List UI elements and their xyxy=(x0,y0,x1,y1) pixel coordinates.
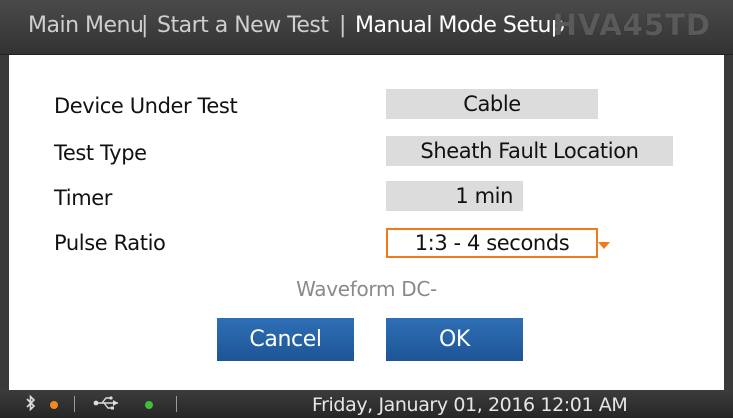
bluetooth-status-dot xyxy=(50,401,58,409)
top-bar: Main Menu | Start a New Test | Manual Mo… xyxy=(0,0,733,55)
test-type-value[interactable]: Sheath Fault Location xyxy=(386,136,673,166)
status-divider xyxy=(176,396,177,412)
breadcrumb-main-menu[interactable]: Main Menu xyxy=(28,13,144,38)
device-under-test-value[interactable]: Cable xyxy=(386,89,598,119)
breadcrumb-manual-mode-setup: Manual Mode Setup xyxy=(355,13,565,38)
timer-label: Timer xyxy=(54,186,113,210)
device-under-test-label: Device Under Test xyxy=(54,94,238,118)
timer-value[interactable]: 1 min xyxy=(386,181,523,211)
status-bar: Friday, January 01, 2016 12:01 AM xyxy=(0,390,733,418)
breadcrumb-start-new-test[interactable]: Start a New Test xyxy=(157,13,329,38)
breadcrumb-separator: | xyxy=(339,13,347,38)
pulse-ratio-label: Pulse Ratio xyxy=(54,231,166,255)
bluetooth-icon xyxy=(25,394,37,417)
dropdown-arrow-icon[interactable] xyxy=(598,242,610,249)
waveform-info: Waveform DC- xyxy=(296,277,437,301)
breadcrumb-separator: | xyxy=(141,13,149,38)
datetime-display: Friday, January 01, 2016 12:01 AM xyxy=(312,394,628,416)
status-divider xyxy=(74,396,75,412)
pulse-ratio-select[interactable]: 1:3 - 4 seconds xyxy=(386,228,598,258)
cancel-button[interactable]: Cancel xyxy=(217,318,354,361)
usb-icon xyxy=(93,394,121,417)
usb-status-dot xyxy=(145,401,153,409)
brand-logo: HVA45TD xyxy=(552,8,711,42)
ok-button[interactable]: OK xyxy=(386,318,523,361)
test-type-label: Test Type xyxy=(54,141,147,165)
